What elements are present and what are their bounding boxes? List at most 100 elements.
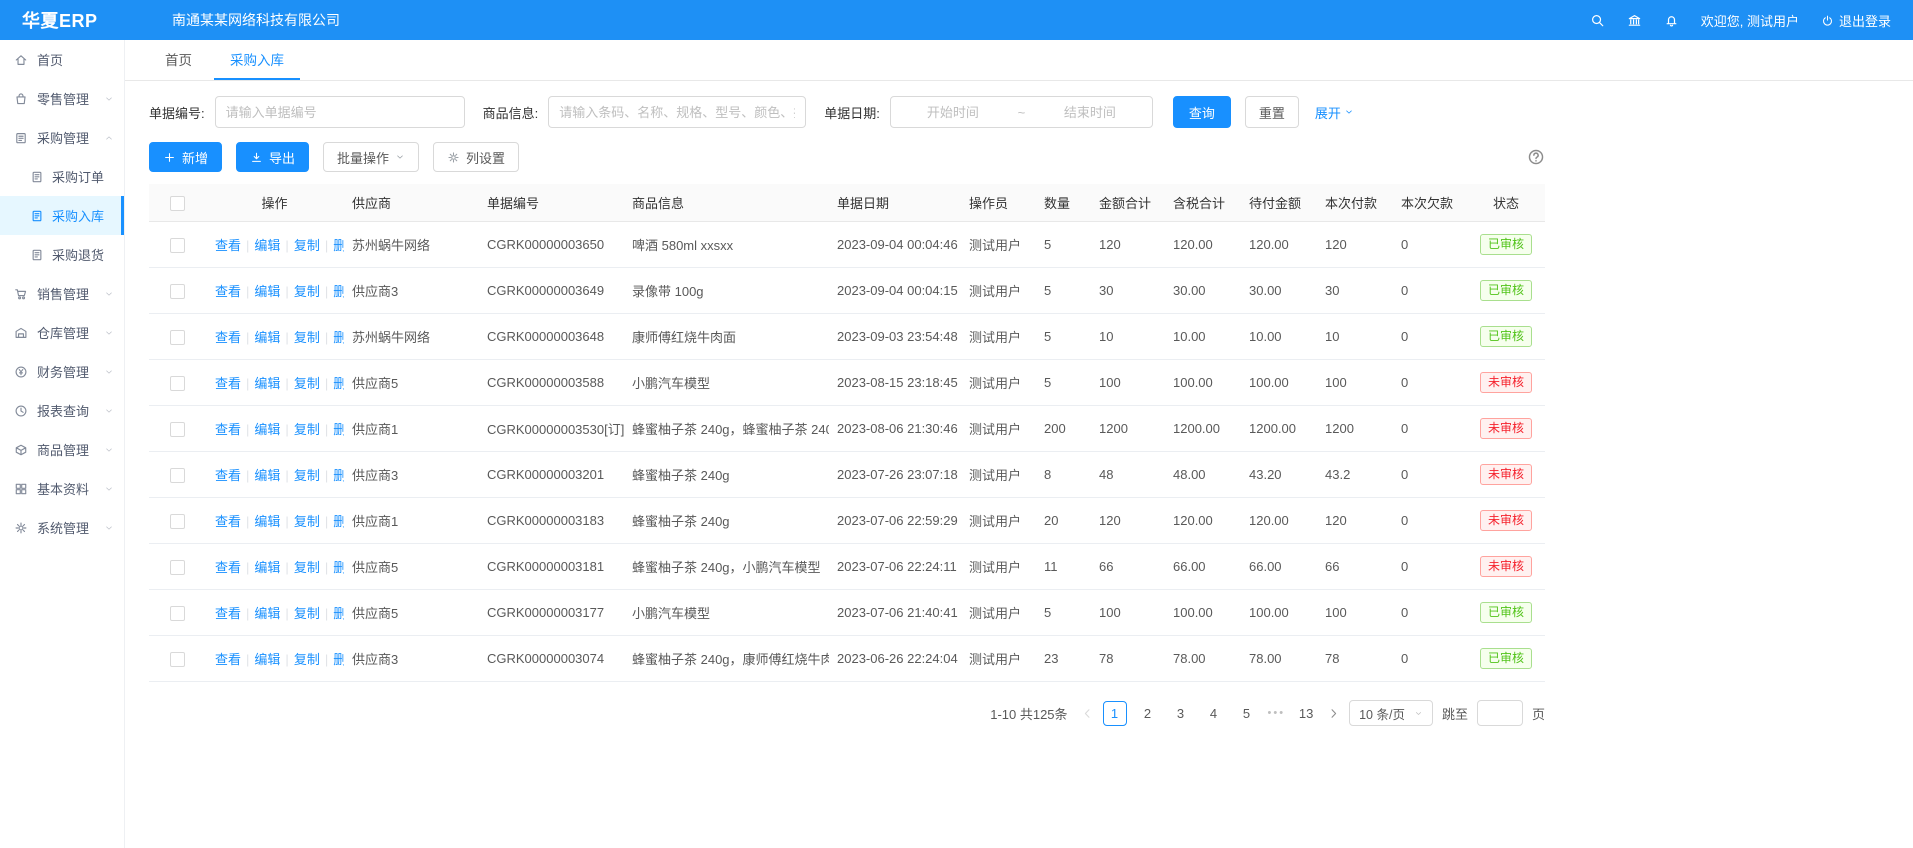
- bill-no-input[interactable]: [215, 96, 465, 128]
- pagination-page-13[interactable]: 13: [1294, 701, 1318, 726]
- pagination-ellipsis[interactable]: •••: [1268, 707, 1286, 719]
- sidebar-item-retail[interactable]: 零售管理: [0, 79, 124, 118]
- row-action-edit[interactable]: 编辑: [254, 422, 280, 437]
- row-actions-cell: 查看|编辑|复制|删除: [205, 360, 344, 406]
- row-action-delete[interactable]: 删除: [333, 238, 344, 253]
- row-action-copy[interactable]: 复制: [294, 422, 320, 437]
- row-action-copy[interactable]: 复制: [294, 284, 320, 299]
- end-date-input[interactable]: [1036, 105, 1144, 120]
- row-checkbox[interactable]: [170, 376, 185, 391]
- pagination-page-1[interactable]: 1: [1103, 701, 1127, 726]
- row-action-edit[interactable]: 编辑: [254, 238, 280, 253]
- sidebar-item-finance[interactable]: 财务管理: [0, 352, 124, 391]
- row-action-delete[interactable]: 删除: [333, 422, 344, 437]
- pagination-prev-button[interactable]: [1081, 707, 1094, 720]
- sidebar-item-home[interactable]: 首页: [0, 40, 124, 79]
- row-action-view[interactable]: 查看: [215, 376, 241, 391]
- pagination-page-4[interactable]: 4: [1202, 701, 1226, 726]
- reset-button[interactable]: 重置: [1245, 96, 1299, 128]
- row-action-edit[interactable]: 编辑: [254, 376, 280, 391]
- row-action-delete[interactable]: 删除: [333, 514, 344, 529]
- logout-button[interactable]: 退出登录: [1821, 11, 1891, 30]
- row-action-view[interactable]: 查看: [215, 652, 241, 667]
- row-action-edit[interactable]: 编辑: [254, 330, 280, 345]
- tab-home[interactable]: 首页: [149, 40, 208, 80]
- row-action-copy[interactable]: 复制: [294, 376, 320, 391]
- notification-bell-icon[interactable]: [1664, 13, 1679, 28]
- row-action-delete[interactable]: 删除: [333, 652, 344, 667]
- add-button[interactable]: 新增: [149, 142, 222, 172]
- sidebar-item-sales[interactable]: 销售管理: [0, 274, 124, 313]
- sidebar-subitem-purchase-inbound[interactable]: 采购入库: [0, 196, 124, 235]
- expand-filters-link[interactable]: 展开: [1315, 103, 1354, 122]
- bank-icon[interactable]: [1627, 13, 1642, 28]
- row-action-copy[interactable]: 复制: [294, 330, 320, 345]
- row-checkbox[interactable]: [170, 468, 185, 483]
- pagination-page-2[interactable]: 2: [1136, 701, 1160, 726]
- row-action-edit[interactable]: 编辑: [254, 468, 280, 483]
- row-checkbox[interactable]: [170, 514, 185, 529]
- search-button[interactable]: 查询: [1173, 96, 1231, 128]
- row-action-edit[interactable]: 编辑: [254, 652, 280, 667]
- batch-actions-button[interactable]: 批量操作: [323, 142, 419, 172]
- row-action-copy[interactable]: 复制: [294, 468, 320, 483]
- row-action-delete[interactable]: 删除: [333, 606, 344, 621]
- search-icon[interactable]: [1590, 13, 1605, 28]
- pagination-next-button[interactable]: [1327, 707, 1340, 720]
- sidebar-subitem-purchase-order[interactable]: 采购订单: [0, 157, 124, 196]
- app-logo[interactable]: 华夏ERP: [0, 7, 125, 33]
- sidebar-item-purchase[interactable]: 采购管理: [0, 118, 124, 157]
- row-action-view[interactable]: 查看: [215, 330, 241, 345]
- row-action-edit[interactable]: 编辑: [254, 284, 280, 299]
- row-action-delete[interactable]: 删除: [333, 330, 344, 345]
- row-action-copy[interactable]: 复制: [294, 238, 320, 253]
- pagination-page-3[interactable]: 3: [1169, 701, 1193, 726]
- pagination-page-5[interactable]: 5: [1235, 701, 1259, 726]
- row-action-copy[interactable]: 复制: [294, 606, 320, 621]
- page-size-select[interactable]: 10 条/页: [1349, 700, 1433, 726]
- sidebar-item-report[interactable]: 报表查询: [0, 391, 124, 430]
- row-checkbox[interactable]: [170, 560, 185, 575]
- sidebar-item-warehouse[interactable]: 仓库管理: [0, 313, 124, 352]
- tab-purchase-inbound[interactable]: 采购入库: [214, 40, 300, 80]
- help-icon[interactable]: [1527, 148, 1545, 166]
- row-action-view[interactable]: 查看: [215, 514, 241, 529]
- start-date-input[interactable]: [899, 105, 1007, 120]
- row-action-edit[interactable]: 编辑: [254, 514, 280, 529]
- row-checkbox[interactable]: [170, 238, 185, 253]
- goods-info-input[interactable]: [548, 96, 806, 128]
- row-checkbox[interactable]: [170, 652, 185, 667]
- row-action-view[interactable]: 查看: [215, 468, 241, 483]
- row-action-delete[interactable]: 删除: [333, 468, 344, 483]
- cell-status: 已审核: [1467, 314, 1545, 360]
- select-all-checkbox[interactable]: [170, 196, 185, 211]
- row-checkbox[interactable]: [170, 330, 185, 345]
- row-action-view[interactable]: 查看: [215, 238, 241, 253]
- row-action-edit[interactable]: 编辑: [254, 606, 280, 621]
- cell-operator: 测试用户: [961, 498, 1036, 544]
- row-action-view[interactable]: 查看: [215, 284, 241, 299]
- row-action-view[interactable]: 查看: [215, 606, 241, 621]
- sidebar-item-goods[interactable]: 商品管理: [0, 430, 124, 469]
- export-button[interactable]: 导出: [236, 142, 309, 172]
- row-action-view[interactable]: 查看: [215, 560, 241, 575]
- row-checkbox[interactable]: [170, 606, 185, 621]
- sidebar-item-system[interactable]: 系统管理: [0, 508, 124, 547]
- row-action-view[interactable]: 查看: [215, 422, 241, 437]
- row-checkbox[interactable]: [170, 284, 185, 299]
- date-range-picker[interactable]: ~: [890, 96, 1153, 128]
- sidebar-item-basic[interactable]: 基本资料: [0, 469, 124, 508]
- sidebar-subitem-purchase-return[interactable]: 采购退货: [0, 235, 124, 274]
- row-action-copy[interactable]: 复制: [294, 560, 320, 575]
- row-action-delete[interactable]: 删除: [333, 284, 344, 299]
- page-jump-input[interactable]: [1477, 700, 1523, 726]
- row-action-copy[interactable]: 复制: [294, 514, 320, 529]
- row-checkbox[interactable]: [170, 422, 185, 437]
- row-action-delete[interactable]: 删除: [333, 376, 344, 391]
- column-settings-button[interactable]: 列设置: [433, 142, 519, 172]
- basic-icon: [14, 482, 28, 496]
- row-action-delete[interactable]: 删除: [333, 560, 344, 575]
- row-action-edit[interactable]: 编辑: [254, 560, 280, 575]
- row-action-copy[interactable]: 复制: [294, 652, 320, 667]
- action-separator: |: [285, 376, 288, 391]
